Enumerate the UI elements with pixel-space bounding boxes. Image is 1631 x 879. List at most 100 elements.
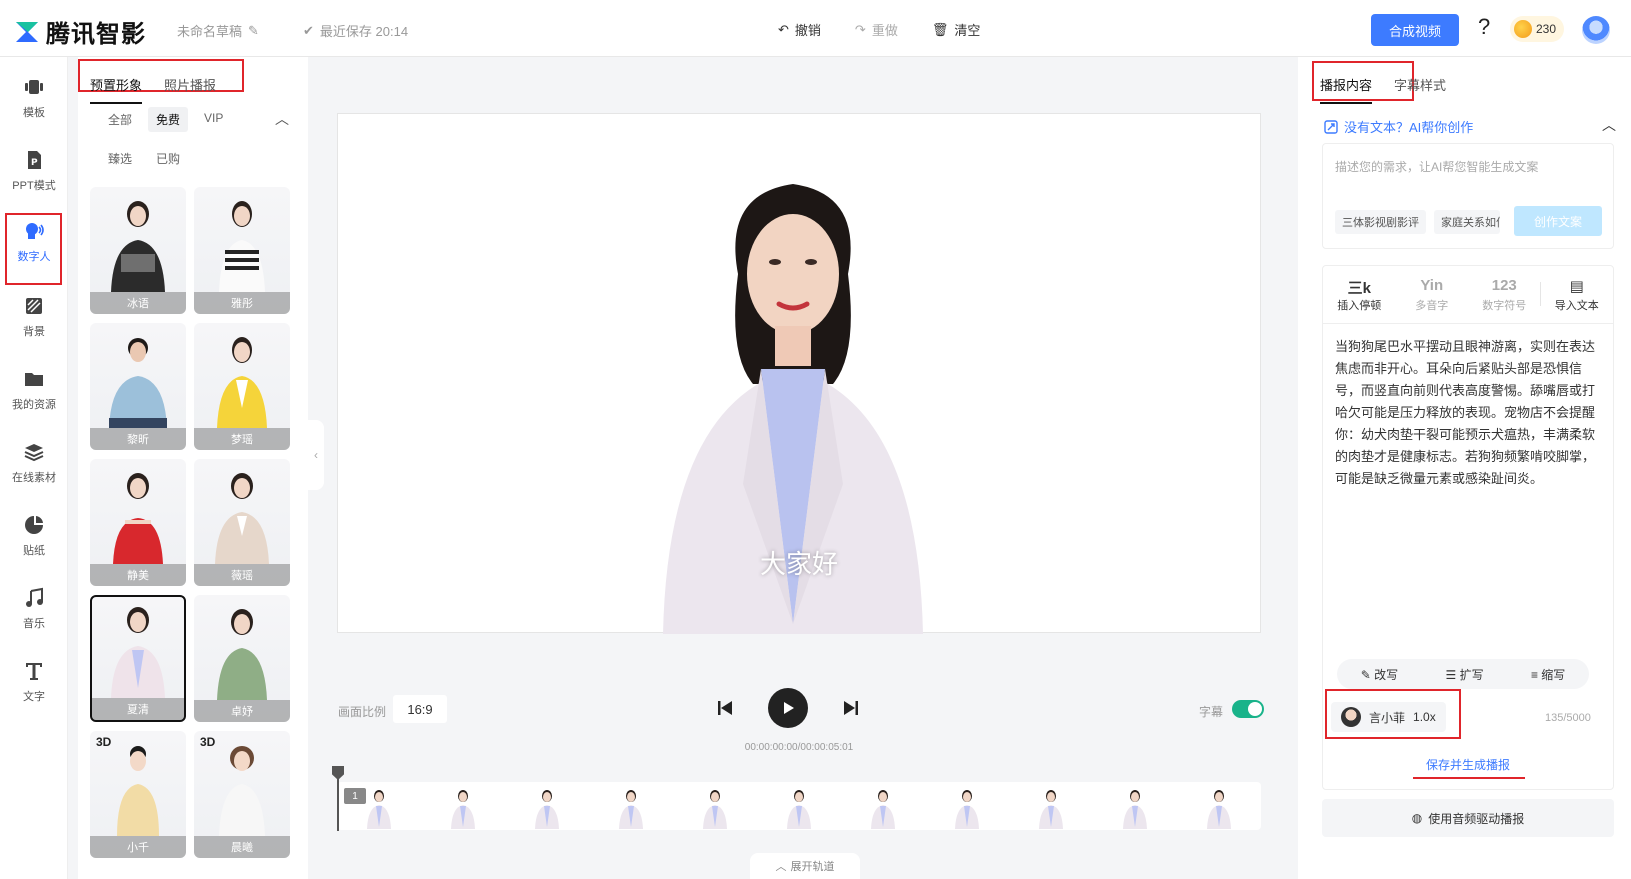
insert-pause-button[interactable]: 三k 插入停顿 bbox=[1323, 266, 1396, 323]
polyphone-button[interactable]: Yin 多音字 bbox=[1396, 266, 1469, 323]
user-avatar[interactable] bbox=[1582, 16, 1610, 44]
content-tabs: 播报内容 字幕样式 bbox=[1320, 75, 1446, 104]
canvas-subtitle[interactable]: 大家好 bbox=[338, 544, 1260, 581]
avatar-figure bbox=[109, 338, 167, 428]
tab-broadcast-content[interactable]: 播报内容 bbox=[1320, 75, 1373, 104]
playback-controls bbox=[716, 688, 860, 728]
filter-vip[interactable]: VIP bbox=[196, 107, 231, 132]
clear-button[interactable]: 🗑 清空 bbox=[932, 20, 981, 39]
audio-drive-label: 使用音频驱动播报 bbox=[1428, 811, 1525, 826]
skip-forward-icon[interactable] bbox=[842, 699, 860, 717]
aspect-ratio-select[interactable]: 16:9 bbox=[393, 695, 447, 723]
avatar-name: 卓妤 bbox=[194, 700, 290, 722]
expand-track-button[interactable]: ︿ 展开轨道 bbox=[750, 853, 860, 879]
import-text-button[interactable]: ▤ 导入文本 bbox=[1541, 266, 1614, 323]
filter-purchased[interactable]: 已购 bbox=[148, 146, 188, 171]
avatar-name: 冰语 bbox=[90, 292, 186, 314]
shorten-button[interactable]: ≡ 缩写 bbox=[1531, 666, 1565, 683]
logo[interactable]: 腾讯智影 bbox=[14, 14, 146, 49]
sticker-icon bbox=[25, 516, 43, 534]
tab-preset-avatar[interactable]: 预置形象 bbox=[90, 75, 143, 104]
ai-chip[interactable]: 家庭关系如何维护 bbox=[1434, 210, 1500, 234]
folder-icon bbox=[25, 373, 43, 386]
draft-name[interactable]: 未命名草稿 ✎ bbox=[177, 21, 259, 40]
playhead-handle[interactable] bbox=[332, 766, 344, 780]
filter-free[interactable]: 免费 bbox=[148, 107, 189, 132]
timeline-thumbnail bbox=[1120, 787, 1150, 829]
chevron-up-icon: ︿ bbox=[775, 861, 787, 873]
avatar-name: 小千 bbox=[90, 836, 186, 858]
nav-template[interactable]: 模板 bbox=[0, 63, 68, 133]
nav-digital-human[interactable]: 数字人 bbox=[0, 207, 68, 285]
avatar-card[interactable]: 卓妤 bbox=[194, 595, 290, 722]
nav-stickers[interactable]: 贴纸 bbox=[0, 501, 68, 571]
redo-button[interactable]: ↷ 重做 bbox=[855, 20, 898, 39]
chevron-up-icon[interactable]: ︿ bbox=[1602, 115, 1616, 135]
nav-my-resources[interactable]: 我的资源 bbox=[0, 355, 68, 425]
nav-background[interactable]: 背景 bbox=[0, 282, 68, 352]
avatar-figure bbox=[219, 201, 265, 292]
polyphone-icon: Yin bbox=[1420, 276, 1444, 294]
collapse-panel-handle[interactable]: ‹ bbox=[308, 420, 324, 490]
tab-subtitle-style[interactable]: 字幕样式 bbox=[1394, 75, 1446, 104]
chevron-up-icon[interactable]: ︿ bbox=[275, 109, 289, 129]
timeline-thumbnail bbox=[784, 787, 814, 829]
help-icon[interactable]: ? bbox=[1478, 14, 1490, 40]
script-text[interactable]: 当狗狗尾巴水平摆动且眼神游离，实则在表达焦虑而非开心。耳朵向后紧贴头部是恐惧信号… bbox=[1335, 336, 1603, 490]
layers-icon bbox=[24, 444, 44, 462]
avatar-card[interactable]: 静美 bbox=[90, 459, 186, 586]
avatar-card[interactable]: 雅彤 bbox=[194, 187, 290, 314]
avatar-card[interactable]: 黎昕 bbox=[90, 323, 186, 450]
number-symbol-button[interactable]: 123 数字符号 bbox=[1468, 266, 1541, 323]
audio-drive-button[interactable]: ◍ 使用音频驱动播报 bbox=[1322, 799, 1614, 837]
timeline-thumbnail bbox=[952, 787, 982, 829]
expand-button[interactable]: ☰ 扩写 bbox=[1445, 666, 1483, 683]
nav-online-materials[interactable]: 在线素材 bbox=[0, 428, 68, 498]
avatar-name: 夏清 bbox=[92, 698, 184, 720]
voice-selector[interactable]: 言小菲 1.0x bbox=[1331, 702, 1446, 732]
nav-background-label: 背景 bbox=[23, 326, 45, 338]
avatar-figure bbox=[215, 473, 269, 564]
save-and-generate-button[interactable]: 保存并生成播报 bbox=[1323, 756, 1613, 773]
play-button[interactable] bbox=[768, 688, 808, 728]
expand-label: 扩写 bbox=[1459, 667, 1484, 682]
undo-button[interactable]: ↶ 撤销 bbox=[778, 20, 821, 39]
nav-music[interactable]: 音乐 bbox=[0, 574, 68, 644]
voice-avatar bbox=[1341, 707, 1361, 727]
save-status-text: 最近保存 20:14 bbox=[319, 24, 409, 39]
draft-name-text: 未命名草稿 bbox=[177, 24, 243, 39]
compose-video-button[interactable]: 合成视频 bbox=[1371, 14, 1459, 46]
nav-text[interactable]: 文字 bbox=[0, 647, 68, 717]
nav-ppt-label: PPT模式 bbox=[12, 180, 56, 192]
avatar-card[interactable]: 冰语 bbox=[90, 187, 186, 314]
coin-count: 230 bbox=[1536, 22, 1557, 36]
coin-balance[interactable]: 230 bbox=[1510, 16, 1565, 42]
import-text-label: 导入文本 bbox=[1554, 299, 1599, 312]
generate-copy-button[interactable]: 创作文案 bbox=[1514, 206, 1602, 236]
filter-all[interactable]: 全部 bbox=[100, 107, 140, 132]
avatar-card-selected[interactable]: 夏清 bbox=[90, 595, 186, 722]
tab-photo-broadcast[interactable]: 照片播报 bbox=[164, 75, 216, 104]
redo-icon: ↷ bbox=[854, 21, 866, 37]
preview-canvas[interactable]: 大家好 bbox=[337, 113, 1261, 634]
avatar-card[interactable]: 薇瑶 bbox=[194, 459, 290, 586]
timeline-thumbnail bbox=[1036, 787, 1066, 829]
subtitle-toggle[interactable] bbox=[1232, 700, 1264, 718]
edit-pencil-icon[interactable]: ✎ bbox=[248, 23, 259, 39]
redo-label: 重做 bbox=[871, 23, 898, 38]
pencil-icon: ✎ bbox=[1360, 667, 1375, 682]
ai-chip[interactable]: 三体影视剧影评 bbox=[1335, 210, 1426, 234]
rewrite-button[interactable]: ✎ 改写 bbox=[1361, 666, 1398, 683]
avatar-figure bbox=[217, 337, 267, 428]
ai-assist-header[interactable]: 没有文本？AI帮你创作 bbox=[1324, 117, 1473, 136]
nav-text-label: 文字 bbox=[23, 691, 45, 703]
highlight-box bbox=[5, 213, 62, 285]
nav-ppt[interactable]: P PPT模式 bbox=[0, 136, 68, 206]
skip-back-icon[interactable] bbox=[716, 699, 734, 717]
ai-prompt-box[interactable]: 描述您的需求，让AI帮您智能生成文案 三体影视剧影评 家庭关系如何维护 创作文案 bbox=[1322, 143, 1614, 249]
avatar-figure bbox=[217, 609, 267, 700]
expand-icon: ☰ bbox=[1445, 667, 1460, 682]
template-icon bbox=[25, 80, 43, 94]
avatar-card[interactable]: 梦瑶 bbox=[194, 323, 290, 450]
filter-premium[interactable]: 臻选 bbox=[100, 146, 140, 171]
